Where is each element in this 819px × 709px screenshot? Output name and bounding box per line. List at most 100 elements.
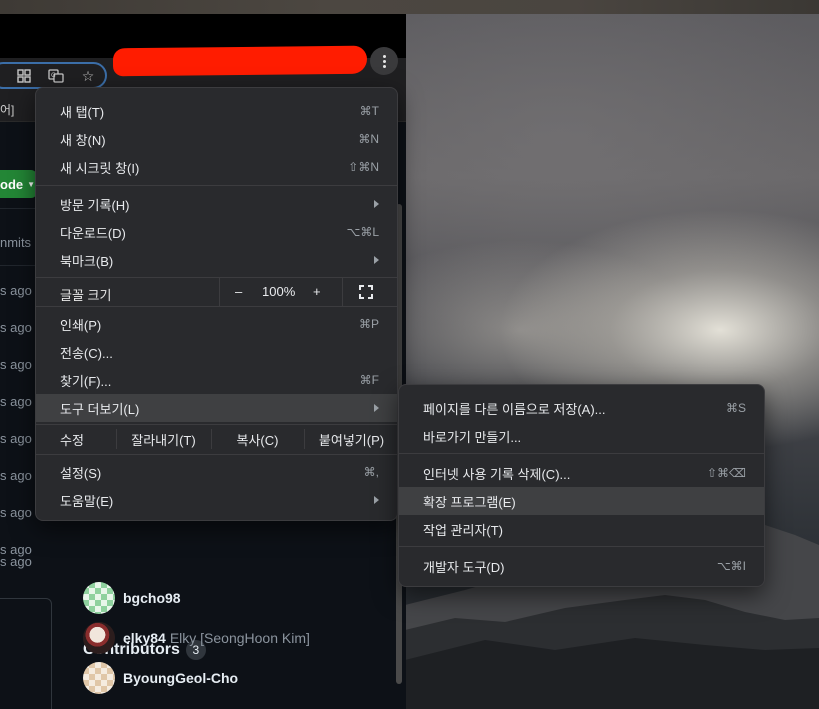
menu-item-label: 방문 기록(H) xyxy=(60,197,130,213)
paste-button[interactable]: 붙여넣기(P) xyxy=(304,425,399,453)
contributor-login[interactable]: elky84 xyxy=(123,630,166,646)
contributor-item[interactable]: ByoungGeol-Cho xyxy=(83,662,238,694)
menu-item-label: 페이지를 다른 이름으로 저장(A)... xyxy=(423,401,606,417)
zoom-controls: – 100% + xyxy=(219,278,399,306)
more-tools-submenu: 페이지를 다른 이름으로 저장(A)... ⌘S 바로가기 만들기... 인터넷… xyxy=(398,384,765,587)
bookmark-fragment[interactable]: 어] xyxy=(0,101,14,118)
menu-item-history[interactable]: 방문 기록(H) xyxy=(36,190,397,218)
divider xyxy=(0,265,36,266)
menu-separator xyxy=(399,453,764,454)
menu-item-label: 새 창(N) xyxy=(60,132,106,148)
svg-text:G: G xyxy=(51,72,56,79)
contributor-item[interactable]: bgcho98 xyxy=(83,582,181,614)
submenu-arrow-icon xyxy=(374,404,379,412)
menu-item-label: 개발자 도구(D) xyxy=(423,559,505,575)
commits-link[interactable]: nmits xyxy=(0,235,31,250)
menu-separator xyxy=(399,546,764,547)
menu-item-label: 새 탭(T) xyxy=(60,104,105,120)
commit-time: s ago xyxy=(0,468,32,483)
menu-item-more-tools[interactable]: 도구 더보기(L) xyxy=(36,394,397,422)
kebab-menu-icon[interactable] xyxy=(370,47,398,75)
menu-shortcut: ⌘, xyxy=(363,465,379,479)
menu-item-new-tab[interactable]: 새 탭(T) ⌘T xyxy=(36,97,397,125)
puzzle-icon[interactable] xyxy=(15,67,33,85)
translate-icon[interactable]: G xyxy=(47,67,65,85)
submenu-item-clear-data[interactable]: 인터넷 사용 기록 삭제(C)... ⇧⌘⌫ xyxy=(399,459,764,487)
menu-item-label: 작업 관리자(T) xyxy=(423,522,504,538)
avatar[interactable] xyxy=(83,662,115,694)
menu-separator xyxy=(36,454,397,455)
menu-item-label: 인터넷 사용 기록 삭제(C)... xyxy=(423,466,571,482)
menu-shortcut: ⌥⌘I xyxy=(716,559,746,573)
avatar[interactable] xyxy=(83,582,115,614)
copy-button[interactable]: 복사(C) xyxy=(211,425,304,453)
menu-item-print[interactable]: 인쇄(P) ⌘P xyxy=(36,310,397,338)
edit-label: 수정 xyxy=(60,432,84,448)
menu-item-bookmarks[interactable]: 북마크(B) xyxy=(36,246,397,274)
menu-item-cast[interactable]: 전송(C)... xyxy=(36,338,397,366)
caret-down-icon: ▼ xyxy=(27,179,36,189)
menu-shortcut: ⇧⌘⌫ xyxy=(706,466,746,480)
submenu-item-save-as[interactable]: 페이지를 다른 이름으로 저장(A)... ⌘S xyxy=(399,394,764,422)
commit-time: s ago xyxy=(0,320,32,335)
contributor-login[interactable]: ByoungGeol-Cho xyxy=(123,670,238,686)
menu-item-settings[interactable]: 설정(S) ⌘, xyxy=(36,458,397,486)
menu-item-label: 확장 프로그램(E) xyxy=(423,494,516,510)
zoom-row: 글꼴 크기 – 100% + xyxy=(36,278,397,306)
menu-item-find[interactable]: 찾기(F)... ⌘F xyxy=(36,366,397,394)
contributor-name: Elky [SeongHoon Kim] xyxy=(169,630,310,646)
code-button[interactable]: ode ▼ xyxy=(0,170,37,198)
star-icon[interactable]: ☆ xyxy=(79,67,97,85)
submenu-item-extensions[interactable]: 확장 프로그램(E) xyxy=(399,487,764,515)
divider xyxy=(342,278,343,306)
menu-item-label: 찾기(F)... xyxy=(60,373,112,389)
zoom-level: 100% xyxy=(262,284,296,299)
commit-time: s ago xyxy=(0,431,32,446)
menu-shortcut: ⌘T xyxy=(359,104,379,118)
submenu-arrow-icon xyxy=(374,496,379,504)
menu-item-incognito[interactable]: 새 시크릿 창(I) ⇧⌘N xyxy=(36,153,397,181)
menu-item-help[interactable]: 도움말(E) xyxy=(36,486,397,514)
menu-item-label: 새 시크릿 창(I) xyxy=(60,160,140,176)
menu-item-label: 인쇄(P) xyxy=(60,317,102,333)
cut-button[interactable]: 잘라내기(T) xyxy=(116,425,211,453)
contributor-login[interactable]: bgcho98 xyxy=(123,590,181,606)
commit-time: s ago xyxy=(0,505,32,520)
submenu-arrow-icon xyxy=(374,200,379,208)
submenu-item-task-manager[interactable]: 작업 관리자(T) xyxy=(399,515,764,543)
menu-item-label: 바로가기 만들기... xyxy=(423,429,522,445)
zoom-label: 글꼴 크기 xyxy=(60,288,112,303)
menu-shortcut: ⌘N xyxy=(358,132,379,146)
zoom-out-button[interactable]: – xyxy=(235,284,242,299)
menu-item-new-window[interactable]: 새 창(N) ⌘N xyxy=(36,125,397,153)
commit-time: s ago xyxy=(0,394,32,409)
menu-separator xyxy=(36,306,397,307)
menu-item-label: 다운로드(D) xyxy=(60,225,126,241)
contributor-item[interactable]: elky84 Elky [SeongHoon Kim] xyxy=(83,622,310,654)
menu-item-label: 도움말(E) xyxy=(60,493,114,509)
code-button-label: ode xyxy=(0,176,24,192)
submenu-item-dev-tools[interactable]: 개발자 도구(D) ⌥⌘I xyxy=(399,552,764,580)
menu-item-downloads[interactable]: 다운로드(D) ⌥⌘L xyxy=(36,218,397,246)
submenu-item-create-shortcut[interactable]: 바로가기 만들기... xyxy=(399,422,764,450)
menu-item-label: 도구 더보기(L) xyxy=(60,401,140,417)
zoom-in-button[interactable]: + xyxy=(313,284,321,299)
menu-item-label: 설정(S) xyxy=(60,465,102,481)
browser-menu: 새 탭(T) ⌘T 새 창(N) ⌘N 새 시크릿 창(I) ⇧⌘N 방문 기록… xyxy=(35,87,398,521)
divider xyxy=(0,208,36,209)
menu-separator xyxy=(36,185,397,186)
commit-time: s ago xyxy=(0,357,32,372)
menu-shortcut: ⌘S xyxy=(725,401,746,415)
menu-shortcut: ⌥⌘L xyxy=(346,225,379,239)
readme-panel xyxy=(0,598,52,709)
edit-row: 수정 잘라내기(T) 복사(C) 붙여넣기(P) xyxy=(36,425,397,453)
fullscreen-icon[interactable] xyxy=(359,285,373,299)
desktop-top-strip xyxy=(0,0,819,14)
menu-shortcut: ⇧⌘N xyxy=(348,160,379,174)
avatar[interactable] xyxy=(83,622,115,654)
redacted-url xyxy=(112,45,368,77)
menu-shortcut: ⌘P xyxy=(358,317,379,331)
commit-time: s ago xyxy=(0,283,32,298)
commit-time: s ago xyxy=(0,554,32,569)
menu-item-label: 전송(C)... xyxy=(60,345,113,361)
